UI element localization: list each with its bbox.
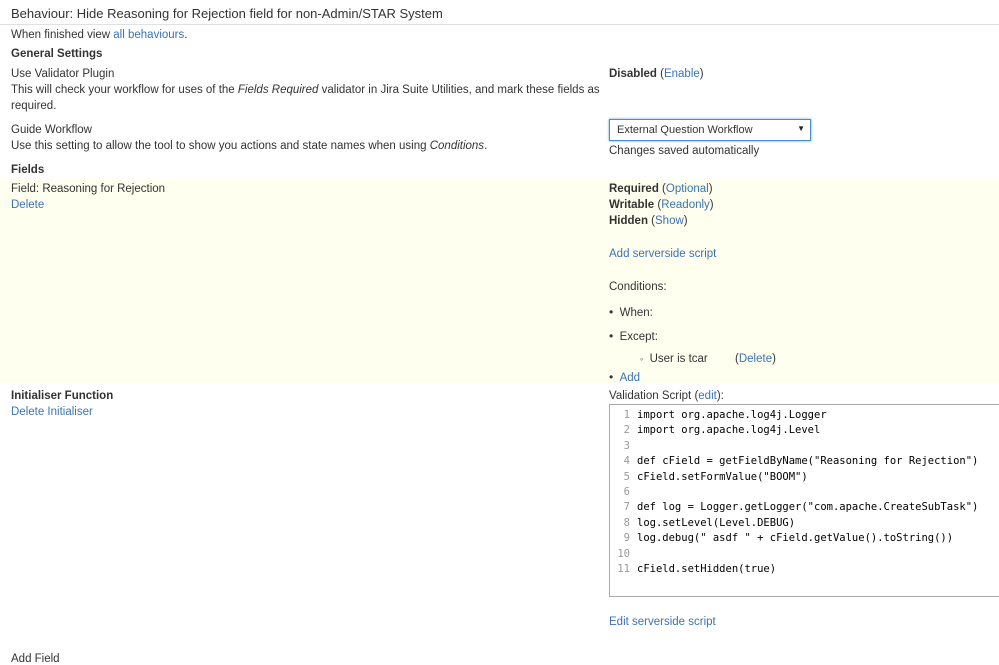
validation-label-text-2: ): [716, 390, 724, 402]
paren-close: ) [683, 215, 688, 227]
except-item-delete: (Delete) [735, 353, 776, 365]
delete-condition-link[interactable]: Delete [739, 353, 772, 365]
finished-note: When finished view all behaviours. [11, 29, 187, 41]
line-number: 10 [617, 547, 630, 560]
condition-except: • Except: [609, 329, 658, 343]
field-row [0, 180, 999, 383]
finished-suffix: . [184, 29, 188, 41]
bullet-icon: • [609, 370, 614, 384]
initialiser-heading: Initialiser Function [11, 390, 114, 402]
code-text: import org.apache.log4j.Logger [637, 409, 827, 421]
condition-when: • When: [609, 305, 653, 319]
title-divider [0, 24, 999, 25]
all-behaviours-link[interactable]: all behaviours [113, 29, 184, 41]
edit-serverside-script-link[interactable]: Edit serverside script [609, 616, 716, 628]
paren-close: ) [772, 353, 776, 365]
bullet-icon: • [609, 305, 614, 319]
page-title: Behaviour: Hide Reasoning for Rejection … [11, 6, 443, 21]
show-field-link[interactable]: Show [655, 215, 684, 227]
code-text: import org.apache.log4j.Level [637, 424, 821, 437]
changes-saved-note: Changes saved automatically [609, 145, 760, 157]
validator-status-value: Disabled [609, 68, 657, 80]
except-item: ◦ User is tcar [640, 353, 708, 365]
finished-prefix: When finished view [11, 29, 114, 41]
dropdown-arrow-icon: ▼ [797, 124, 805, 133]
paren-open: ( [656, 68, 664, 80]
field-label: Field: Reasoning for Rejection [11, 183, 166, 195]
guide-workflow-select[interactable]: External Question Workflow ▼ [609, 119, 811, 141]
add-field-heading: Add Field [11, 653, 60, 665]
guide-desc-text-2: . [484, 140, 488, 152]
guide-desc-text: Use this setting to allow the tool to sh… [11, 140, 430, 152]
guide-workflow-desc: Use this setting to allow the tool to sh… [11, 140, 487, 152]
make-readonly-link[interactable]: Readonly [661, 199, 710, 211]
condition-add: • Add [609, 370, 640, 384]
code-text: log.setLevel(Level.DEBUG) [637, 516, 796, 529]
delete-field-link[interactable]: Delete [11, 199, 44, 211]
when-label: When: [619, 307, 653, 319]
add-serverside-script-link[interactable]: Add serverside script [609, 248, 716, 260]
make-optional-link[interactable]: Optional [666, 183, 709, 195]
validator-desc-emphasis: Fields Required [237, 84, 319, 96]
line-number: 7 [623, 501, 630, 514]
code-text: log.debug(" asdf " + cField.getValue().t… [637, 532, 954, 545]
writable-value: Writable [609, 199, 655, 211]
writable-setting: Writable (Readonly) [609, 199, 714, 211]
paren-close: ) [708, 183, 713, 195]
bullet-icon: • [609, 329, 614, 343]
conditions-label: Conditions: [609, 281, 667, 293]
line-number: 9 [623, 532, 630, 545]
validator-plugin-label: Use Validator Plugin [11, 68, 115, 80]
required-setting: Required (Optional) [609, 183, 713, 195]
hidden-setting: Hidden (Show) [609, 215, 688, 227]
line-number: 6 [623, 486, 630, 498]
validator-desc-text: This will check your workflow for uses o… [11, 84, 238, 96]
validator-plugin-desc-line1: This will check your workflow for uses o… [11, 84, 600, 96]
line-number: 3 [623, 439, 630, 452]
enable-validator-link[interactable]: Enable [664, 68, 700, 80]
add-condition-link[interactable]: Add [620, 372, 640, 384]
code-text: def log = Logger.getLogger("com.apache.C… [637, 501, 979, 514]
guide-workflow-label: Guide Workflow [11, 124, 92, 136]
code-text: cField.setHidden(true) [637, 563, 777, 575]
paren-open: ( [658, 183, 666, 195]
general-settings-heading: General Settings [11, 48, 103, 60]
code-text: cField.setFormValue("BOOM") [637, 470, 808, 483]
code-text: def cField = getFieldByName("Reasoning f… [637, 455, 979, 468]
line-number: 8 [623, 516, 630, 529]
line-number: 1 [623, 409, 630, 421]
guide-workflow-selected-value: External Question Workflow [617, 124, 753, 136]
line-number: 5 [623, 470, 630, 483]
validation-label-text: Validation Script ( [609, 390, 699, 402]
validation-script-code[interactable]: 1 import org.apache.log4j.Logger 2 import o… [609, 404, 999, 597]
validator-plugin-desc-line2: required. [11, 100, 57, 112]
guide-desc-emphasis: Conditions [429, 140, 485, 152]
paren-close: ) [699, 68, 704, 80]
edit-validation-link[interactable]: edit [698, 390, 717, 402]
line-number: 2 [623, 424, 630, 437]
validation-script-label: Validation Script (edit): [609, 390, 724, 402]
except-label: Except: [619, 331, 658, 343]
required-value: Required [609, 183, 659, 195]
fields-heading: Fields [11, 164, 45, 176]
except-item-label: User is tcar [649, 353, 708, 365]
paren-close: ) [709, 199, 714, 211]
paren-open: ( [647, 215, 656, 227]
hidden-value: Hidden [609, 215, 648, 227]
validator-desc-text-2: validator in Jira Suite Utilities, and m… [318, 84, 600, 96]
line-number: 4 [623, 455, 630, 468]
line-number: 11 [617, 563, 630, 575]
circle-bullet-icon: ◦ [640, 354, 644, 364]
delete-initialiser-link[interactable]: Delete Initialiser [11, 406, 93, 418]
validator-status: Disabled (Enable) [609, 68, 704, 80]
